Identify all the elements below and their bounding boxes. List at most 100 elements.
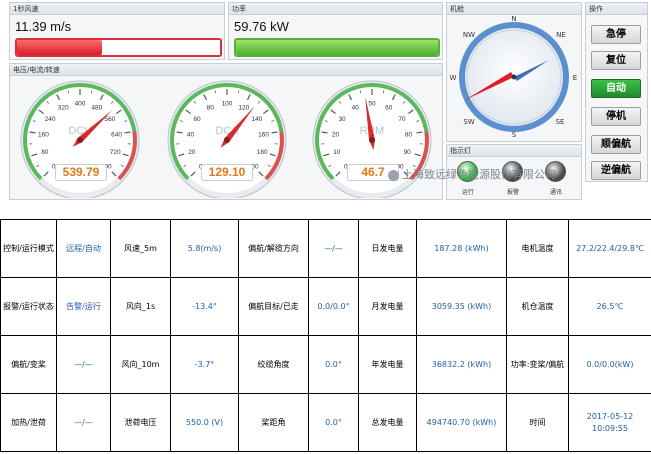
power-title: 功率 (229, 3, 442, 15)
gauge-tick-label: 60 (193, 116, 201, 123)
table-value-cell: 187.28 (kWh) (416, 219, 507, 278)
gauge-hub (224, 137, 230, 143)
table-label-cell: 报警/运行状态 (0, 277, 57, 336)
compass-se: SE (556, 118, 565, 126)
auto-button[interactable]: 自动 (591, 79, 641, 98)
compass-sw: SW (463, 118, 474, 126)
yaw-cw-button[interactable]: 顺偏航 (591, 135, 641, 154)
run-lamp-label: 运行 (461, 189, 474, 196)
gauge-tick-label: 240 (45, 116, 56, 123)
table-row: 加热/泄荷 —/— 泄荷电压 550.0 (V) 桨距角 0.0° 总发电量 494740.7… (0, 393, 651, 452)
table-value-cell: 27.2/22.4/29.8℃ (568, 219, 651, 278)
status-table: 控制/运行模式 远程/自动 风速_5m 5.8(m/s) 偏航/解缆方向 —/— 日发电量 1… (0, 219, 651, 452)
indicator-title: 指示灯 (447, 145, 581, 157)
table-value-cell: 550.0 (V) (170, 393, 239, 452)
compass-hub (511, 74, 517, 80)
gauge-tick-label: 40 (352, 105, 360, 112)
company-watermark: 上海致远绿色能源股份有限公司 (388, 166, 556, 182)
gauge-tick-label: 80 (41, 149, 49, 156)
table-value-cell: 0.0/0.0(kW) (568, 335, 651, 394)
table-value-cell: 0.0° (308, 335, 359, 394)
gauge-tick-label: 60 (385, 105, 393, 112)
gauge-tick-label: 20 (188, 149, 196, 156)
table-label-cell: 机仓温度 (506, 277, 569, 336)
table-label-cell: 偏航/变桨 (0, 335, 57, 394)
table-value-cell: 远程/自动 (56, 219, 111, 278)
dcv-value: 539.79 (55, 164, 107, 181)
alarm-lamp-label: 报警 (506, 189, 519, 196)
reset-button[interactable]: 复位 (591, 51, 641, 70)
compass-nw: NW (463, 31, 475, 39)
gauge-tick-label: 30 (338, 116, 346, 123)
gauge-tick-label: 140 (252, 116, 263, 123)
table-label-cell: 风向_10m (110, 335, 171, 394)
dca-value: 129.10 (201, 164, 253, 181)
table-label-cell: 时间 (506, 393, 569, 452)
table-row: 偏航/变桨 —/— 风向_10m -3.7° 绞缆角度 0.0° 年发电量 36832.2 (… (0, 335, 651, 394)
table-value-cell: 36832.2 (kWh) (416, 335, 507, 394)
gauge-tick-label: 160 (258, 132, 269, 139)
gauge-tick-label: 720 (110, 149, 121, 156)
table-label-cell: 总发电量 (358, 393, 417, 452)
operations-panel: 操作 急停 复位 自动 停机 顺偏航 逆偏航 (585, 2, 648, 182)
table-label-cell: 年发电量 (358, 335, 417, 394)
compass-w: W (450, 74, 457, 82)
gauges-panel: 电压/电流/转速 080160240320400480560640720800D… (9, 63, 443, 200)
operations-title: 操作 (586, 3, 647, 15)
table-value-cell: 3059.35 (kWh) (416, 277, 507, 336)
nacelle-compass: N NE E SE S SW W NW (450, 15, 578, 139)
table-value-cell: -13.4° (170, 277, 239, 336)
yaw-ccw-button[interactable]: 逆偏航 (591, 161, 641, 180)
comm-lamp-label: 通讯 (549, 189, 562, 196)
gauge-tick-label: 90 (404, 149, 412, 156)
table-label-cell: 偏航/解缆方向 (238, 219, 309, 278)
table-value-cell: —/— (56, 335, 111, 394)
table-label-cell: 风速_5m (110, 219, 171, 278)
table-label-cell: 泄荷电压 (110, 393, 171, 452)
gauge-tick-label: 70 (398, 116, 406, 123)
compass-n: N (511, 15, 516, 23)
gauge-hub (369, 137, 375, 143)
table-row: 报警/运行状态 告警/运行 风向_1s -13.4° 偏航目标/已走 0.0/0.0° 月发… (0, 277, 651, 336)
gauge-hub (77, 137, 83, 143)
wind-speed-panel: 1秒风速 11.39 m/s (9, 2, 225, 60)
table-value-cell: 2017-05-12 10:09:55 (568, 393, 651, 452)
compass-s: S (512, 131, 517, 139)
gauge-tick-label: 640 (111, 132, 122, 139)
gauge-tick-label: 50 (368, 101, 376, 108)
table-label-cell: 功率:变桨/偏航 (506, 335, 569, 394)
wind-speed-bar (15, 38, 222, 57)
table-label-cell: 电机温度 (506, 219, 569, 278)
nacelle-panel: 机舱 N NE E SE S SW W NW (446, 2, 582, 142)
table-value-cell: 494740.70 (kWh) (416, 393, 507, 452)
gauge-tick-label: 160 (38, 132, 49, 139)
table-label-cell: 桨距角 (238, 393, 309, 452)
gauge-tick-label: 480 (91, 105, 102, 112)
gauges-title: 电压/电流/转速 (10, 64, 442, 76)
table-label-cell: 月发电量 (358, 277, 417, 336)
table-label-cell: 加热/泄荷 (0, 393, 57, 452)
stop-button[interactable]: 停机 (591, 107, 641, 126)
gauge-tick-label: 320 (58, 105, 69, 112)
table-label-cell: 控制/运行模式 (0, 219, 57, 278)
gauge-tick-label: 80 (405, 132, 413, 139)
gauge-tick-label: 20 (332, 132, 340, 139)
table-label-cell: 日发电量 (358, 219, 417, 278)
table-label-cell: 绞缆角度 (238, 335, 309, 394)
emergency-stop-button[interactable]: 急停 (591, 25, 641, 44)
gauge-tick-label: 560 (105, 116, 116, 123)
gauge-tick-label: 400 (75, 101, 86, 108)
gauge-tick-label: 100 (222, 101, 233, 108)
table-value-cell: 5.8(m/s) (170, 219, 239, 278)
gauge-tick-label: 40 (187, 132, 195, 139)
wind-speed-value: 11.39 m/s (15, 19, 72, 34)
wind-speed-title: 1秒风速 (10, 3, 224, 15)
power-value: 59.76 kW (234, 19, 289, 34)
wechat-icon (388, 169, 399, 181)
table-label-cell: 偏航目标/已走 (238, 277, 309, 336)
watermark-text: 上海致远绿色能源股份有限公司 (402, 168, 556, 181)
table-value-cell: 告警/运行 (56, 277, 111, 336)
table-value-cell: —/— (56, 393, 111, 452)
table-value-cell: 0.0° (308, 393, 359, 452)
compass-ne: NE (556, 31, 566, 39)
